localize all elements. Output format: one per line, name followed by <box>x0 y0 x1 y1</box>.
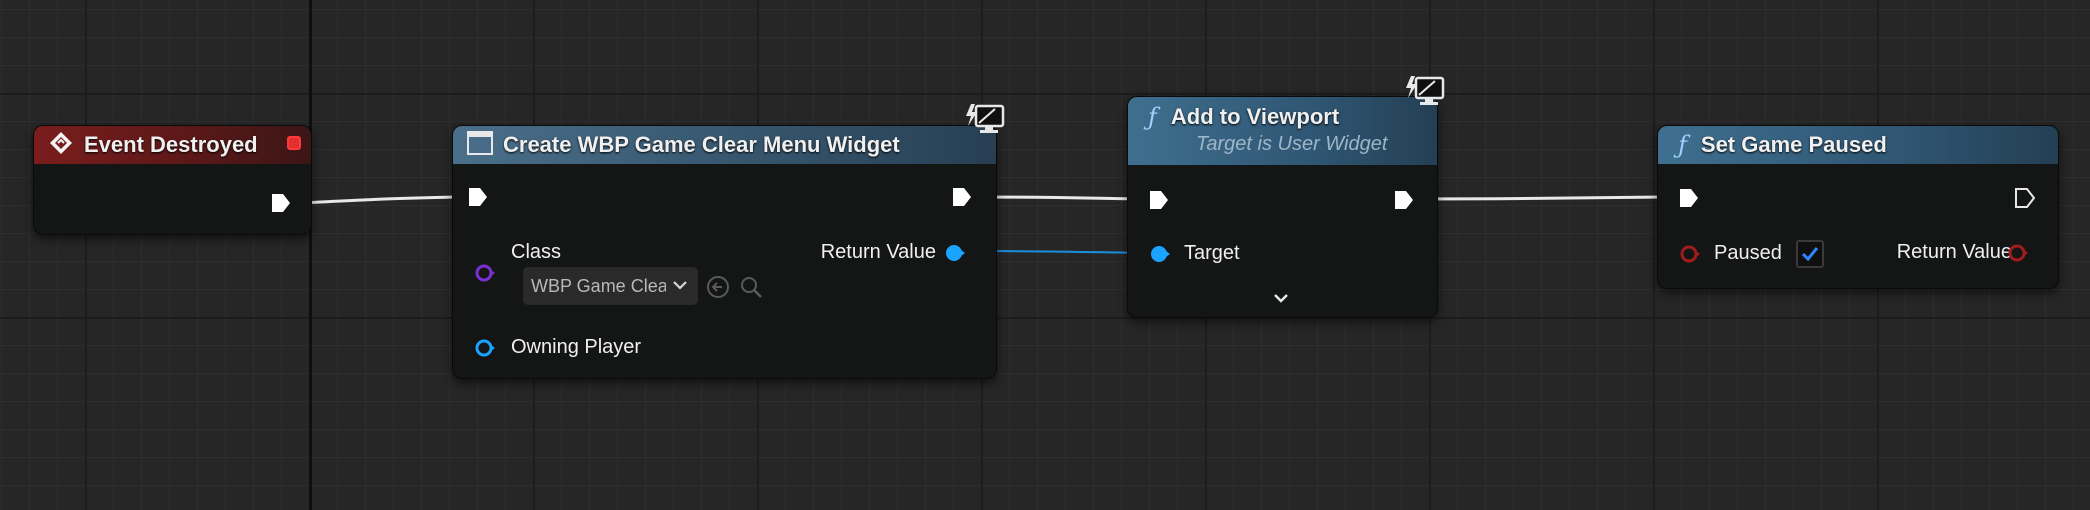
expand-chevron-icon[interactable] <box>1272 291 1290 305</box>
set-game-paused-header[interactable]: ƒ Set Game Paused <box>1658 126 2058 164</box>
class-dropdown-value: WBP Game Clea <box>531 275 666 296</box>
checkmark-icon <box>1801 247 1819 262</box>
exec-out-pin[interactable] <box>1393 189 1415 211</box>
graph-origin-axis <box>309 0 312 510</box>
breakpoint-icon[interactable] <box>287 136 301 150</box>
search-icon[interactable] <box>738 274 764 300</box>
exec-wire-3 <box>1414 195 1668 201</box>
return-value-pin[interactable] <box>945 243 965 263</box>
event-destroyed-header[interactable]: Event Destroyed <box>34 126 311 164</box>
class-label: Class <box>511 241 562 263</box>
node-title: Add to Viewport <box>1170 104 1340 129</box>
add-to-viewport-header[interactable]: ƒ Add to Viewport Target is User Widget <box>1128 97 1437 165</box>
node-subtitle: Target is User Widget <box>1196 133 1388 155</box>
exec-out-pin[interactable] <box>270 192 292 214</box>
create-widget-header[interactable]: Create WBP Game Clear Menu Widget <box>453 126 996 164</box>
paused-checkbox[interactable] <box>1796 240 1824 268</box>
exec-out-pin[interactable] <box>951 186 973 208</box>
monitor-icon <box>966 104 1005 133</box>
paused-label: Paused <box>1714 242 1782 264</box>
create-widget-node[interactable]: Create WBP Game Clear Menu Widget Class … <box>452 125 997 379</box>
owning-player-label: Owning Player <box>511 336 642 358</box>
browse-icon[interactable] <box>705 274 731 300</box>
exec-wire-1 <box>299 195 463 205</box>
paused-pin[interactable] <box>1680 244 1700 264</box>
exec-in-pin[interactable] <box>1148 189 1170 211</box>
function-icon: ƒ <box>1148 103 1157 131</box>
function-icon: ƒ <box>1678 131 1687 159</box>
target-pin[interactable] <box>1150 244 1170 264</box>
widget-icon <box>467 130 493 160</box>
event-destroyed-node[interactable]: Event Destroyed <box>33 125 312 235</box>
return-value-label: Return Value <box>820 241 936 263</box>
node-title: Create WBP Game Clear Menu Widget <box>503 132 900 157</box>
chevron-down-icon <box>673 281 687 290</box>
class-dropdown[interactable]: WBP Game Clea <box>523 267 698 305</box>
node-title: Set Game Paused <box>1700 132 1887 157</box>
exec-out-pin[interactable] <box>2014 187 2036 209</box>
owning-player-pin[interactable] <box>475 338 495 358</box>
return-value-label: Return Value <box>1896 241 2012 263</box>
set-game-paused-node[interactable]: ƒ Set Game Paused Paused Return Value <box>1657 125 2059 289</box>
exec-in-pin[interactable] <box>1678 187 1700 209</box>
event-icon <box>48 130 74 161</box>
add-to-viewport-node[interactable]: ƒ Add to Viewport Target is User Widget … <box>1127 96 1438 318</box>
exec-wire-2 <box>974 195 1149 201</box>
monitor-icon <box>1406 76 1445 105</box>
node-title: Event Destroyed <box>84 132 258 157</box>
return-value-pin[interactable] <box>2008 243 2028 263</box>
exec-in-pin[interactable] <box>467 186 489 208</box>
class-pin[interactable] <box>475 263 495 283</box>
target-label: Target <box>1184 242 1240 264</box>
